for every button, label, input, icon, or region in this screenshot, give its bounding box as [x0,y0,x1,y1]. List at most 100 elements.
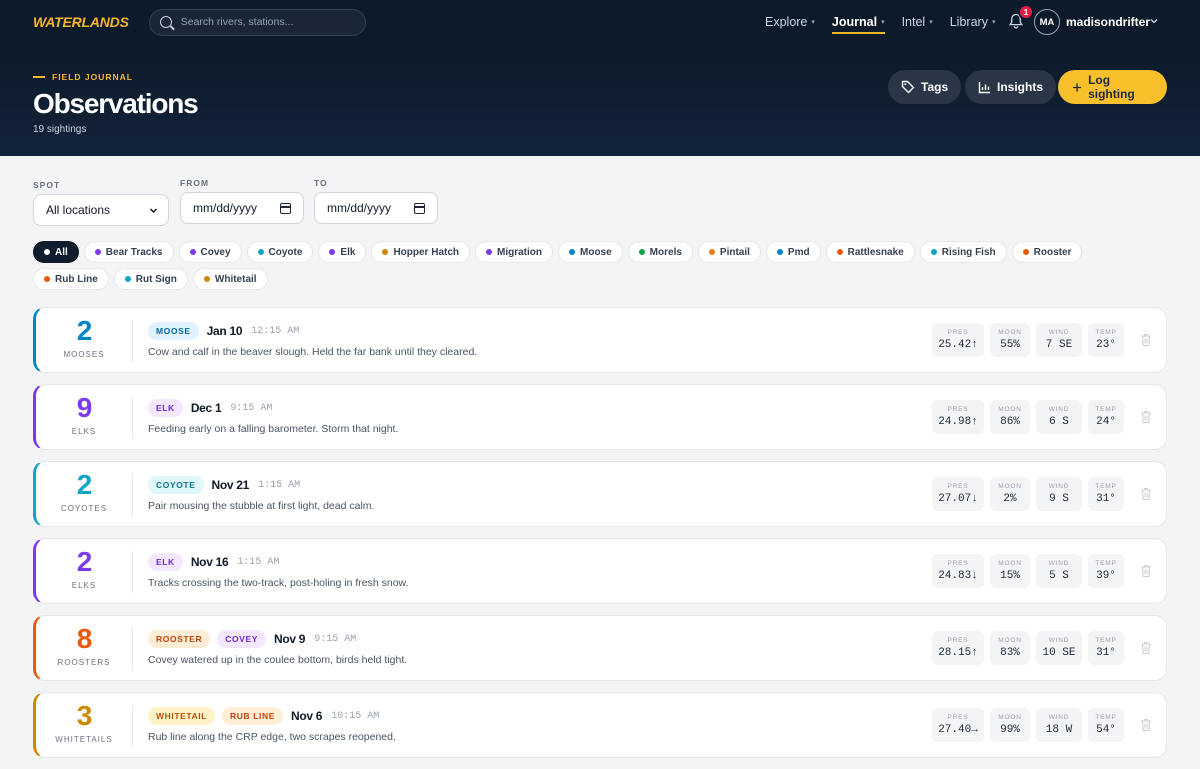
filter-chip-rising-fish[interactable]: Rising Fish [919,241,1007,263]
stat-moon: MOON 83% [990,631,1030,665]
observation-date: Nov 21 [211,478,250,492]
species-tag[interactable]: RUB LINE [222,707,283,725]
spot-select-value: All locations [46,203,111,217]
filter-chip-migration[interactable]: Migration [475,241,553,263]
stat-label: TEMP [1095,329,1117,336]
observation-meta: ELK Nov 16 1:15 AM [148,553,279,571]
nav-link-journal[interactable]: Journal ▾ [831,0,885,44]
stat-value: 39° [1096,570,1116,582]
observation-meta: COYOTE Nov 21 1:15 AM [148,476,300,494]
filter-chip-rooster[interactable]: Rooster [1011,241,1083,263]
search-bar[interactable] [148,8,366,36]
stat-pres: PRES 27.07↓ [932,477,984,511]
brand-logo[interactable]: WATERLANDS [33,14,129,30]
trash-icon[interactable] [1140,641,1152,655]
stat-value: 55% [1000,339,1020,351]
species-tag[interactable]: ELK [148,553,183,571]
chip-dot [94,249,101,255]
trash-icon[interactable] [1140,564,1152,578]
nav-link-intel[interactable]: Intel ▾ [902,0,933,44]
chip-label: Covey [200,246,231,258]
filter-chip-moose[interactable]: Moose [558,241,623,263]
sighting-count: 3 WHITETAILS [36,701,132,745]
trash-icon[interactable] [1140,410,1152,424]
avatar[interactable]: MA [1034,9,1060,35]
log-sighting-label: Log sighting [1088,73,1135,101]
observation-card[interactable]: 2 COYOTES COYOTE Nov 21 1:15 AM Pair mousing … [33,461,1167,527]
filter-chip-coyote[interactable]: Coyote [246,241,314,263]
stat-value: 2% [1003,493,1017,505]
filter-chip-hopper-hatch[interactable]: Hopper Hatch [371,241,470,263]
species-tag[interactable]: ROOSTER [148,630,211,648]
filter-chip-morels[interactable]: Morels [627,241,693,263]
from-date-input[interactable]: mm/dd/yyyy [180,192,304,224]
stat-value: 24.98↑ [938,416,978,428]
trash-icon[interactable] [1140,718,1152,732]
filter-chip-pintail[interactable]: Pintail [697,241,761,263]
chip-dot [638,249,645,255]
search-input[interactable] [180,16,351,28]
chip-label: All [55,246,68,258]
spot-select[interactable]: All locations [33,194,169,226]
filter-chip-all[interactable]: All [33,241,79,263]
conditions-stats: PRES 27.40→ MOON 99% WIND 18 W TEMP 54° [932,708,1130,742]
stat-wind: WIND 10 SE [1036,631,1082,665]
stat-value: 86% [1000,416,1020,428]
sighting-count: 2 ELKS [36,546,132,591]
insights-button[interactable]: Insights [965,70,1057,104]
observation-date: Nov 16 [190,555,229,569]
nav-link-explore[interactable]: Explore ▾ [765,0,815,44]
tags-button[interactable]: Tags [888,70,962,104]
filter-chip-whitetail[interactable]: Whitetail [192,268,268,290]
stat-value: 31° [1096,493,1116,505]
username[interactable]: madisondrifter [1066,15,1150,29]
nav-link-label: Explore [765,15,808,29]
stat-wind: WIND 7 SE [1036,323,1082,357]
filter-chip-covey[interactable]: Covey [178,241,242,263]
filter-chip-rut-sign[interactable]: Rut Sign [113,268,188,290]
calendar-icon[interactable] [280,202,291,214]
chevron-down-icon: ▾ [881,19,885,26]
observation-card[interactable]: 2 ELKS ELK Nov 16 1:15 AM Tracks crossing the… [33,538,1167,604]
chip-label: Migration [497,246,542,258]
nav-link-library[interactable]: Library ▾ [950,0,996,44]
trash-icon[interactable] [1140,487,1152,501]
stat-label: PRES [947,329,969,336]
filter-chip-pmd[interactable]: Pmd [765,241,821,263]
chip-dot [382,249,389,255]
observation-card[interactable]: 9 ELKS ELK Dec 1 9:15 AM Feeding early on a f… [33,384,1167,450]
nav-link-label: Library [949,15,988,29]
nav-link-label: Intel [901,15,926,29]
species-tag[interactable]: COVEY [217,630,266,648]
observation-card[interactable]: 8 ROOSTERS ROOSTER COVEY Nov 9 9:15 AM Covey w… [33,615,1167,681]
count-number: 2 [76,546,93,577]
species-tag[interactable]: WHITETAIL [148,707,216,725]
observation-card[interactable]: 2 MOOSES MOOSE Jan 10 12:15 AM Cow and calf i… [33,307,1167,373]
stat-label: MOON [998,483,1022,490]
trash-icon[interactable] [1140,333,1152,347]
filter-chip-bear-tracks[interactable]: Bear Tracks [83,241,174,263]
log-sighting-button[interactable]: Log sighting [1058,70,1167,104]
chevron-down-icon[interactable] [1150,17,1158,25]
chevron-down-icon: ▾ [929,19,933,26]
observation-date: Nov 6 [291,709,323,723]
filter-chip-rub-line[interactable]: Rub Line [33,268,109,290]
species-tag[interactable]: ELK [148,399,183,417]
count-number: 8 [76,623,93,654]
chip-dot [486,249,492,255]
species-tag[interactable]: MOOSE [148,322,199,340]
chip-dot [257,249,264,255]
species-tag[interactable]: COYOTE [148,476,204,494]
stat-temp: TEMP 54° [1088,708,1124,742]
sighting-count: 9 ELKS [36,393,132,437]
to-date-input[interactable]: mm/dd/yyyy [314,192,438,224]
filter-chip-elk[interactable]: Elk [318,241,367,263]
filter-chip-rattlesnake[interactable]: Rattlesnake [825,241,915,263]
stat-pres: PRES 25.42↑ [932,323,984,357]
chip-label: Bear Tracks [105,246,163,258]
observation-card[interactable]: 3 WHITETAILS WHITETAIL RUB LINE Nov 6 10:15 A… [33,692,1167,758]
observation-note: Feeding early on a falling barometer. St… [148,423,399,435]
observation-note: Rub line along the CRP edge, two scrapes… [148,731,396,743]
calendar-icon[interactable] [414,202,425,214]
plus-icon [1072,82,1082,92]
